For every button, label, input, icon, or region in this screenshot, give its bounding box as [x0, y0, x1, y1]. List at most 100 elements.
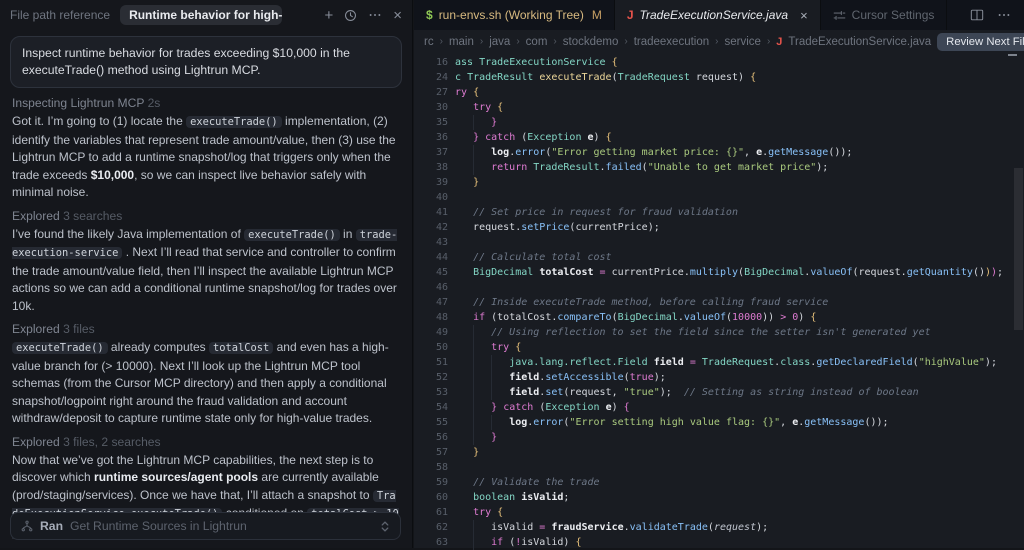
line-number[interactable]: 45	[414, 265, 448, 280]
code-line[interactable]: 48 if (totalCost.compareTo(BigDecimal.va…	[414, 310, 1024, 325]
code-line[interactable]: 60 boolean isValid;	[414, 490, 1024, 505]
code-line[interactable]: 61 try {	[414, 505, 1024, 520]
history-icon[interactable]	[344, 9, 357, 22]
tool-run-select[interactable]: Ran Get Runtime Sources in Lightrun	[10, 512, 401, 540]
code-line[interactable]: 27 ry {	[414, 85, 1024, 100]
code-token: TradeExecutionService	[479, 57, 606, 68]
line-number[interactable]: 37	[414, 145, 448, 160]
line-number[interactable]: 61	[414, 505, 448, 520]
tab-trade-execution-service[interactable]: J TradeExecutionService.java ×	[614, 0, 821, 30]
more-actions-icon[interactable]	[997, 8, 1011, 22]
code-line[interactable]: 43	[414, 235, 1024, 250]
code-line[interactable]: 35 }	[414, 115, 1024, 130]
scrollbar-thumb[interactable]	[1014, 168, 1023, 330]
line-number[interactable]: 50	[414, 340, 448, 355]
line-number[interactable]: 43	[414, 235, 448, 250]
line-number[interactable]: 57	[414, 445, 448, 460]
code-line[interactable]: 37 log.error("Error getting market price…	[414, 145, 1024, 160]
new-chat-icon[interactable]: +	[324, 8, 333, 23]
code-token: currentPrice	[605, 267, 684, 278]
code-line[interactable]: 38 return TradeResult.failed("Unable to …	[414, 160, 1024, 175]
code-line[interactable]: 53 field.set(request, "true"); // Settin…	[414, 385, 1024, 400]
line-number[interactable]: 59	[414, 475, 448, 490]
code-line[interactable]: 50 try {	[414, 340, 1024, 355]
code-line[interactable]: 52 field.setAccessible(true);	[414, 370, 1024, 385]
line-number[interactable]: 36	[414, 130, 448, 145]
code-line[interactable]: 62 isValid = fraudService.validateTrade(…	[414, 520, 1024, 535]
code-line[interactable]: 39 }	[414, 175, 1024, 190]
line-number[interactable]: 48	[414, 310, 448, 325]
code-line[interactable]: 42 request.setPrice(currentPrice);	[414, 220, 1024, 235]
line-number[interactable]: 49	[414, 325, 448, 340]
code-line[interactable]: 44 // Calculate total cost	[414, 250, 1024, 265]
split-editor-icon[interactable]	[970, 8, 984, 22]
more-actions-icon[interactable]	[368, 8, 382, 22]
code-token: getQuantity	[906, 267, 973, 278]
code-line[interactable]: 59 // Validate the trade	[414, 475, 1024, 490]
code-line[interactable]: 58	[414, 460, 1024, 475]
code-line[interactable]: 46	[414, 280, 1024, 295]
code-line[interactable]: 47 // Inside executeTrade method, before…	[414, 295, 1024, 310]
line-number[interactable]: 54	[414, 400, 448, 415]
code-token: // Set price in request for fraud valida…	[473, 207, 738, 218]
breadcrumb-item[interactable]: com	[526, 36, 548, 48]
chat-tab-runtime-behavior[interactable]: Runtime behavior for high-value	[120, 5, 283, 25]
line-number[interactable]: 55	[414, 415, 448, 430]
line-number[interactable]: 42	[414, 220, 448, 235]
line-number[interactable]: 27	[414, 85, 448, 100]
breadcrumb-item[interactable]: java	[489, 36, 510, 48]
line-number[interactable]: 38	[414, 160, 448, 175]
line-number[interactable]: 47	[414, 295, 448, 310]
chat-tab-file-path-reference[interactable]: File path reference	[10, 8, 110, 22]
line-number[interactable]: 53	[414, 385, 448, 400]
code-line[interactable]: 24 c TradeResult executeTrade(TradeReques…	[414, 70, 1024, 85]
code-line[interactable]: 40	[414, 190, 1024, 205]
code-line[interactable]: 49 // Using reflection to set the field …	[414, 325, 1024, 340]
chat-status-line[interactable]: Explored 3 files	[12, 322, 400, 336]
line-number[interactable]: 35	[414, 115, 448, 130]
code-area[interactable]: 16 ass TradeExecutionService {24 c TradeRe…	[414, 53, 1024, 550]
breadcrumb-item[interactable]: stockdemo	[563, 36, 619, 48]
code-line[interactable]: 57 }	[414, 445, 1024, 460]
line-number[interactable]: 56	[414, 430, 448, 445]
code-line[interactable]: 56 }	[414, 430, 1024, 445]
line-number[interactable]: 58	[414, 460, 448, 475]
line-number[interactable]: 52	[414, 370, 448, 385]
code-line[interactable]: 36 } catch (Exception e) {	[414, 130, 1024, 145]
line-number[interactable]: 51	[414, 355, 448, 370]
review-next-file-button[interactable]: Review Next File	[937, 32, 1024, 51]
breadcrumb-item[interactable]: main	[449, 36, 474, 48]
breadcrumb-file[interactable]: TradeExecutionService.java	[788, 36, 931, 48]
chat-status-line[interactable]: Explored 3 searches	[12, 209, 400, 223]
tab-run-envs-sh[interactable]: $ run-envs.sh (Working Tree) M	[414, 0, 615, 30]
line-number[interactable]: 44	[414, 250, 448, 265]
tab-cursor-settings[interactable]: Cursor Settings	[821, 0, 948, 30]
line-number[interactable]: 60	[414, 490, 448, 505]
code-token: error	[533, 417, 564, 428]
code-line[interactable]: 45 BigDecimal totalCost = currentPrice.m…	[414, 265, 1024, 280]
line-number[interactable]: 39	[414, 175, 448, 190]
line-number[interactable]: 41	[414, 205, 448, 220]
breadcrumb-item[interactable]: service	[725, 36, 761, 48]
line-number[interactable]: 46	[414, 280, 448, 295]
close-panel-icon[interactable]: ×	[393, 8, 402, 23]
code-line[interactable]: 16 ass TradeExecutionService {	[414, 55, 1024, 70]
text-segment: in	[339, 226, 356, 241]
line-number[interactable]: 16	[414, 55, 448, 70]
line-number[interactable]: 62	[414, 520, 448, 535]
code-line[interactable]: 55 log.error("Error setting high value f…	[414, 415, 1024, 430]
chevron-updown-icon[interactable]	[380, 520, 390, 533]
code-line[interactable]: 30 try {	[414, 100, 1024, 115]
code-line[interactable]: 51 java.lang.reflect.Field field = Trade…	[414, 355, 1024, 370]
chat-status-line[interactable]: Inspecting Lightrun MCP 2s	[12, 96, 400, 110]
breadcrumb-item[interactable]: tradeexecution	[634, 36, 709, 48]
breadcrumb-item[interactable]: rc	[424, 36, 434, 48]
line-number[interactable]: 30	[414, 100, 448, 115]
code-line[interactable]: 41 // Set price in request for fraud val…	[414, 205, 1024, 220]
close-tab-icon[interactable]: ×	[800, 8, 808, 23]
code-line[interactable]: 54 } catch (Exception e) {	[414, 400, 1024, 415]
line-number[interactable]: 24	[414, 70, 448, 85]
line-number[interactable]: 40	[414, 190, 448, 205]
chat-status-line[interactable]: Explored 3 files, 2 searches	[12, 435, 400, 449]
